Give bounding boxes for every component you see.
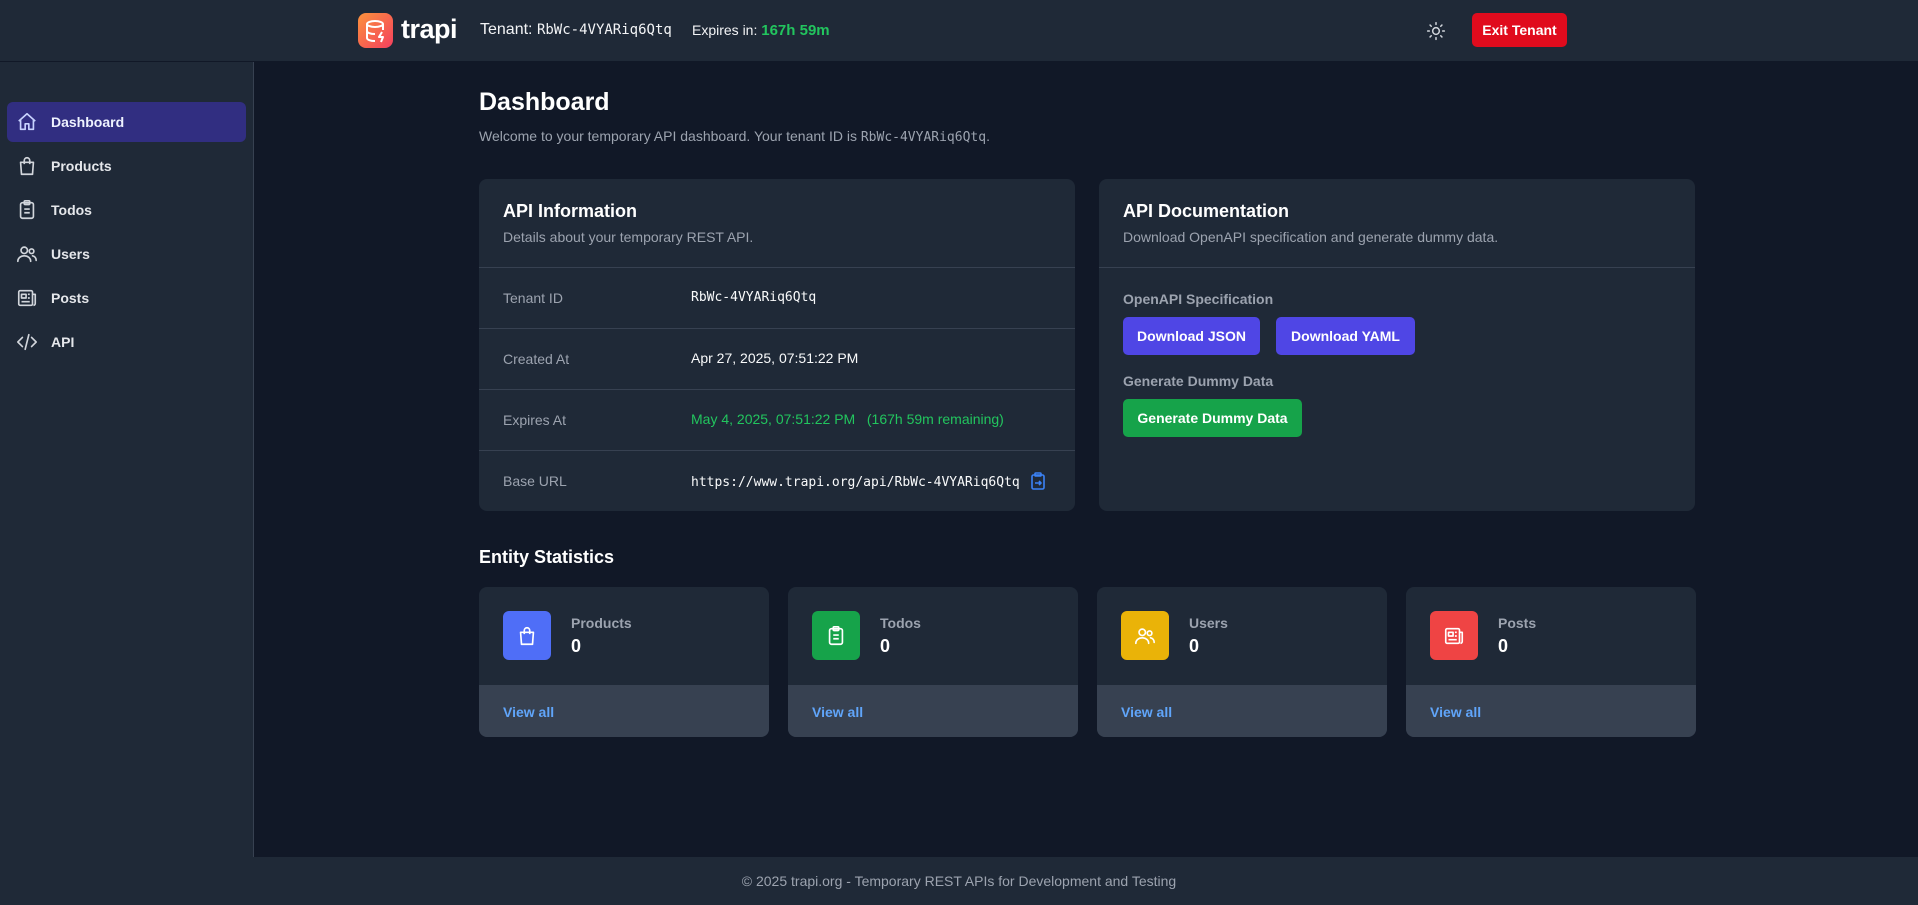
info-value: https://www.trapi.org/api/RbWc-4VYARiq6Q… xyxy=(691,472,1046,493)
shopping-bag-icon xyxy=(15,154,39,178)
expires-at-value: May 4, 2025, 07:51:22 PM xyxy=(691,411,856,427)
info-row-tenant-id: Tenant ID RbWc-4VYARiq6Qtq xyxy=(479,267,1075,328)
tenant-id: RbWc-4VYARiq6Qtq xyxy=(536,22,672,38)
stat-footer: View all xyxy=(479,685,769,737)
info-key: Base URL xyxy=(503,473,567,489)
stat-name: Posts xyxy=(1498,615,1537,631)
info-row-base-url: Base URL https://www.trapi.org/api/RbWc-… xyxy=(479,450,1075,511)
users-icon xyxy=(1121,611,1169,660)
stat-card-todos: Todos 0 View all xyxy=(788,587,1078,737)
newspaper-icon xyxy=(15,286,39,310)
stat-footer: View all xyxy=(788,685,1078,737)
stat-footer: View all xyxy=(1406,685,1696,737)
sidebar-item-label: API xyxy=(51,334,75,350)
info-key: Tenant ID xyxy=(503,290,563,306)
subtitle-tenant-id: RbWc-4VYARiq6Qtq xyxy=(860,130,987,145)
shopping-bag-icon xyxy=(503,611,551,660)
subtitle-text: Welcome to your temporary API dashboard.… xyxy=(479,128,857,144)
exit-tenant-button[interactable]: Exit Tenant xyxy=(1472,13,1567,47)
page-subtitle: Welcome to your temporary API dashboard.… xyxy=(479,128,990,145)
info-key: Expires At xyxy=(503,412,567,428)
clipboard-icon xyxy=(812,611,860,660)
expires-label: Expires in: 167h 59m xyxy=(692,22,830,39)
tenant-prefix: Tenant: xyxy=(480,21,533,38)
api-information-card: API Information Details about your tempo… xyxy=(479,179,1075,511)
stat-name: Todos xyxy=(880,615,921,631)
theme-toggle-sun-icon[interactable] xyxy=(1424,19,1448,43)
stat-card-products: Products 0 View all xyxy=(479,587,769,737)
info-key: Created At xyxy=(503,351,570,367)
sidebar-item-todos[interactable]: Todos xyxy=(7,190,246,230)
sidebar-item-products[interactable]: Products xyxy=(7,146,246,186)
openapi-section-label: OpenAPI Specification xyxy=(1123,291,1274,307)
sidebar-item-label: Users xyxy=(51,246,90,262)
stat-footer: View all xyxy=(1097,685,1387,737)
entity-statistics-title: Entity Statistics xyxy=(479,547,615,567)
expires-prefix: Expires in: xyxy=(692,22,758,38)
view-all-products-link[interactable]: View all xyxy=(503,704,554,720)
info-row-expires-at: Expires At May 4, 2025, 07:51:22 PM (167… xyxy=(479,389,1075,450)
view-all-posts-link[interactable]: View all xyxy=(1430,704,1481,720)
card-description: Download OpenAPI specification and gener… xyxy=(1123,229,1499,245)
stat-card-posts: Posts 0 View all xyxy=(1406,587,1696,737)
expires-value: 167h 59m xyxy=(761,22,830,39)
sidebar-item-label: Dashboard xyxy=(51,114,125,130)
stat-count: 0 xyxy=(1189,636,1200,656)
stat-count: 0 xyxy=(1498,636,1509,656)
stat-count: 0 xyxy=(571,636,582,656)
page-footer: © 2025 trapi.org - Temporary REST APIs f… xyxy=(0,857,1918,905)
generate-dummy-data-button[interactable]: Generate Dummy Data xyxy=(1123,399,1302,437)
card-divider xyxy=(1099,267,1695,268)
expires-remaining: (167h 59m remaining) xyxy=(866,411,1004,427)
view-all-todos-link[interactable]: View all xyxy=(812,704,863,720)
download-yaml-button[interactable]: Download YAML xyxy=(1276,317,1415,355)
logo-text[interactable]: trapi xyxy=(401,14,458,45)
users-icon xyxy=(15,242,39,266)
view-all-users-link[interactable]: View all xyxy=(1121,704,1172,720)
footer-text: © 2025 trapi.org - Temporary REST APIs f… xyxy=(741,873,1177,889)
sidebar-item-dashboard[interactable]: Dashboard xyxy=(7,102,246,142)
info-value: Apr 27, 2025, 07:51:22 PM xyxy=(691,350,859,366)
sidebar: Dashboard Products Todos Users Posts API xyxy=(0,62,254,857)
stat-card-users: Users 0 View all xyxy=(1097,587,1387,737)
info-value: May 4, 2025, 07:51:22 PM (167h 59m remai… xyxy=(691,411,1004,427)
clipboard-icon xyxy=(15,198,39,222)
copy-clipboard-icon[interactable] xyxy=(1030,472,1046,493)
base-url-value[interactable]: https://www.trapi.org/api/RbWc-4VYARiq6Q… xyxy=(691,475,1020,490)
home-icon xyxy=(15,110,39,134)
api-documentation-card: API Documentation Download OpenAPI speci… xyxy=(1099,179,1695,511)
sidebar-item-label: Posts xyxy=(51,290,90,306)
top-header: trapi Tenant: RbWc-4VYARiq6Qtq Expires i… xyxy=(0,0,1918,62)
subtitle-suffix: . xyxy=(986,128,990,144)
stat-name: Products xyxy=(571,615,632,631)
download-json-button[interactable]: Download JSON xyxy=(1123,317,1260,355)
page-title: Dashboard xyxy=(479,88,610,116)
logo-database-icon[interactable] xyxy=(358,13,393,48)
info-row-created-at: Created At Apr 27, 2025, 07:51:22 PM xyxy=(479,328,1075,389)
stat-count: 0 xyxy=(880,636,891,656)
sidebar-item-api[interactable]: API xyxy=(7,322,246,362)
tenant-label: Tenant: RbWc-4VYARiq6Qtq xyxy=(480,21,672,39)
sidebar-item-users[interactable]: Users xyxy=(7,234,246,274)
code-icon xyxy=(15,330,39,354)
dummy-data-section-label: Generate Dummy Data xyxy=(1123,373,1274,389)
sidebar-item-label: Todos xyxy=(51,202,92,218)
sidebar-item-label: Products xyxy=(51,158,112,174)
stat-name: Users xyxy=(1189,615,1228,631)
card-description: Details about your temporary REST API. xyxy=(503,229,754,245)
newspaper-icon xyxy=(1430,611,1478,660)
card-title: API Documentation xyxy=(1123,201,1290,221)
sidebar-item-posts[interactable]: Posts xyxy=(7,278,246,318)
info-value: RbWc-4VYARiq6Qtq xyxy=(691,290,817,305)
card-title: API Information xyxy=(503,201,637,221)
